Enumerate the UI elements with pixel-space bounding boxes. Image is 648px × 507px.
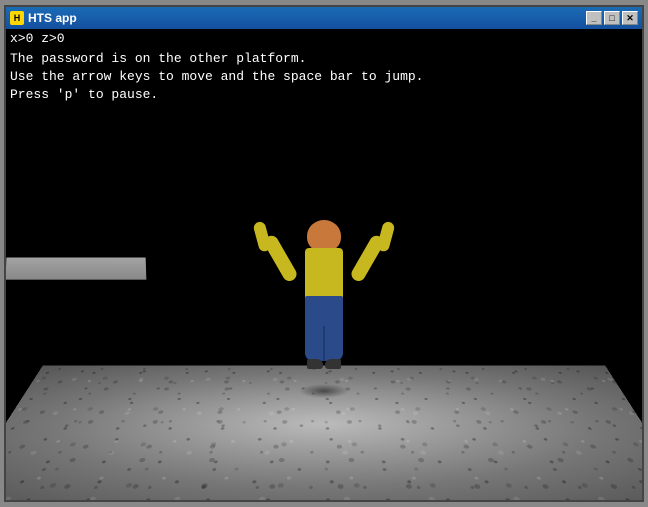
window-content: x>0 z>0 The password is on the other pla… [6, 29, 642, 500]
character-shoe-left [307, 359, 323, 369]
maximize-button[interactable]: □ [604, 11, 620, 25]
instruction-line-2: Use the arrow keys to move and the space… [10, 68, 638, 86]
coordinates-display: x>0 z>0 [6, 29, 642, 48]
titlebar-left: H HTS app [10, 11, 77, 25]
app-window: H HTS app _ □ ✕ x>0 z>0 The password is … [4, 5, 644, 502]
character-shoe-right [325, 359, 341, 369]
app-icon: H [10, 11, 24, 25]
character-pants [305, 296, 343, 361]
close-button[interactable]: ✕ [622, 11, 638, 25]
character-torso [305, 248, 343, 300]
game-viewport[interactable] [6, 109, 642, 500]
instruction-line-3: Press 'p' to pause. [10, 86, 638, 104]
titlebar-buttons: _ □ ✕ [586, 11, 638, 25]
minimize-button[interactable]: _ [586, 11, 602, 25]
player-character [284, 220, 364, 390]
instructions-area: The password is on the other platform. U… [6, 48, 642, 109]
window-title: HTS app [28, 11, 77, 25]
titlebar: H HTS app _ □ ✕ [6, 7, 642, 29]
instruction-line-1: The password is on the other platform. [10, 50, 638, 68]
distant-platform [6, 258, 146, 281]
